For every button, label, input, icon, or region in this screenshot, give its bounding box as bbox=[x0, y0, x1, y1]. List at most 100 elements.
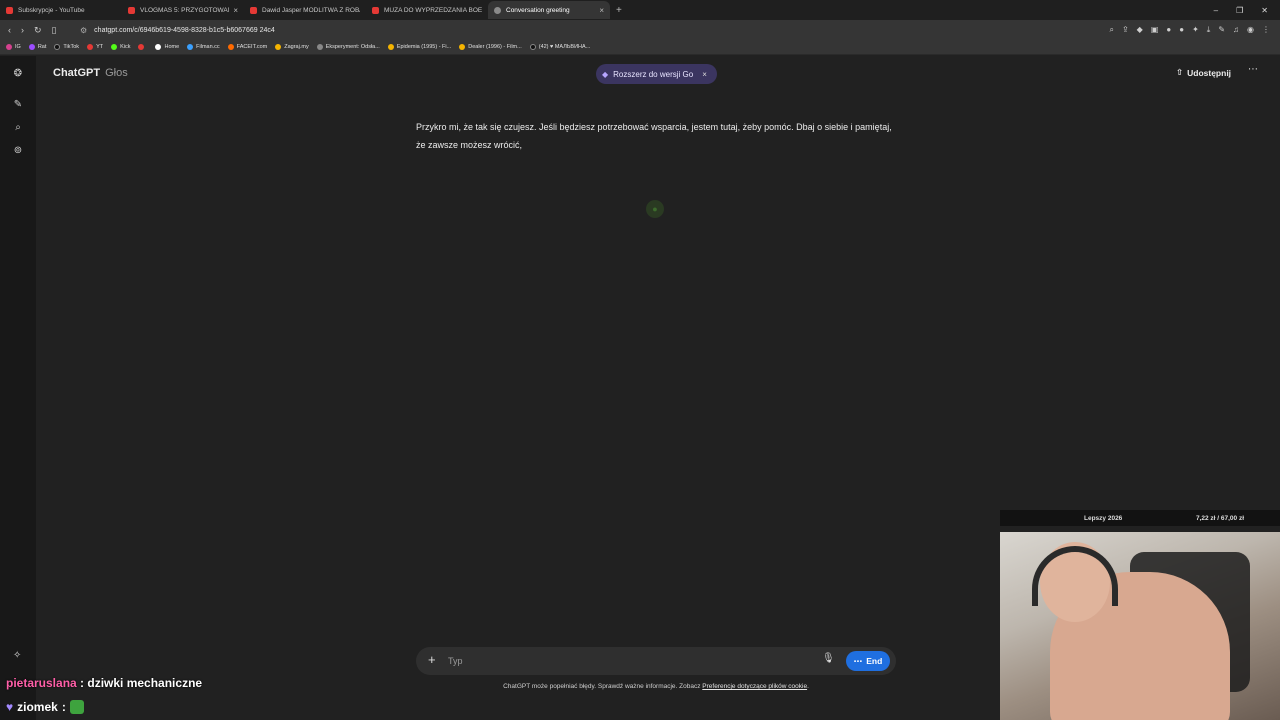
end-voice-button[interactable]: ⋯ End bbox=[846, 651, 890, 671]
bookmark-item[interactable] bbox=[138, 44, 147, 50]
bookmark-item[interactable]: Zagraj.my bbox=[275, 44, 309, 50]
tiktok-icon bbox=[529, 44, 536, 50]
url-text: chatgpt.com/c/6946b619-4598-8328-b1c5-b6… bbox=[94, 26, 275, 34]
url-field[interactable]: ⚙ chatgpt.com/c/6946b619-4598-8328-b1c5-… bbox=[80, 26, 1109, 35]
sparkle-icon[interactable]: ✧ bbox=[13, 650, 21, 661]
shield-icon[interactable]: ◆ bbox=[1137, 25, 1143, 35]
profile-icon[interactable]: ◉ bbox=[1247, 25, 1254, 35]
chat-text: : bbox=[61, 700, 66, 714]
composer: + 🎙 ⋯End bbox=[416, 647, 896, 675]
share-icon: ⇧ bbox=[1176, 67, 1184, 77]
bookmark-item[interactable]: YT bbox=[87, 44, 103, 50]
bookmark-item[interactable]: IG bbox=[6, 44, 21, 50]
bookmark-item[interactable]: Filman.cc bbox=[187, 44, 220, 50]
tab-label: Subskrypcje - YouTube bbox=[18, 6, 85, 14]
bookmark-item[interactable]: Kick bbox=[111, 44, 130, 50]
extensions: ⌕ ⇪ ◆ ▣ ● ● ✦ ⤓ ✎ ♫ ◉ ⋮ bbox=[1109, 25, 1280, 35]
donation-goal: Lepszy 2026 7,22 zł / 67,00 zł bbox=[1000, 510, 1280, 526]
message-input[interactable] bbox=[448, 653, 808, 669]
voice-orb-icon: ● bbox=[646, 200, 664, 218]
extension-icon[interactable]: ● bbox=[1179, 25, 1184, 35]
upgrade-pill[interactable]: ◆ Rozszerz do wersji Go × bbox=[596, 64, 717, 84]
browser-tab[interactable]: Subskrypcje - YouTube bbox=[0, 1, 122, 19]
bookmark-favicon bbox=[275, 44, 282, 50]
playlist-icon[interactable]: ♫ bbox=[1233, 25, 1239, 35]
kick-icon bbox=[111, 44, 118, 50]
bookmark-item[interactable]: TikTok bbox=[54, 44, 79, 50]
tab-label: Conversation greeting bbox=[506, 6, 570, 14]
menu-icon[interactable]: ⋮ bbox=[1262, 25, 1270, 35]
headset-icon bbox=[1032, 546, 1118, 606]
assistant-message: Przykro mi, że tak się czujesz. Jeśli bę… bbox=[416, 122, 892, 150]
site-info-icon[interactable]: ⚙ bbox=[80, 26, 87, 35]
browser-tab[interactable]: MUZA DO WYPRZEDZANIA BOEINGA bbox=[366, 1, 488, 19]
puzzle-icon[interactable]: ✦ bbox=[1192, 25, 1199, 35]
bookmark-item[interactable]: Dealer (1996) - Film... bbox=[459, 44, 522, 50]
webcam-feed bbox=[1000, 532, 1280, 720]
chat-username: ziomek bbox=[17, 700, 58, 714]
mode-label: Głos bbox=[105, 67, 128, 79]
waveform-icon: ⋯ bbox=[853, 655, 863, 666]
microphone-icon[interactable]: 🎙 bbox=[822, 653, 835, 664]
minimize-icon[interactable]: – bbox=[1214, 6, 1218, 15]
add-attachment-icon[interactable]: + bbox=[428, 652, 436, 667]
browser-tab-active[interactable]: Conversation greeting × bbox=[488, 1, 610, 19]
emote-icon bbox=[69, 700, 84, 714]
more-options-icon[interactable]: ⋯ bbox=[1248, 64, 1258, 75]
download-icon[interactable]: ⤓ bbox=[1207, 25, 1211, 35]
upgrade-label: Rozszerz do wersji Go bbox=[613, 69, 694, 79]
restore-icon[interactable]: ❐ bbox=[1236, 6, 1243, 15]
openai-logo-icon[interactable]: ❂ bbox=[11, 67, 25, 81]
youtube-icon bbox=[372, 6, 379, 14]
bookmark-icon[interactable]: ▯ bbox=[52, 25, 57, 36]
stream-chat-message: pietaruslana : dziwki mechaniczne bbox=[6, 676, 202, 690]
reload-icon[interactable]: ↻ bbox=[34, 25, 42, 36]
donation-amount: 7,22 zł / 67,00 zł bbox=[1195, 514, 1244, 522]
bookmark-favicon bbox=[459, 44, 466, 50]
close-icon[interactable]: × bbox=[702, 70, 707, 79]
bookmark-item[interactable]: Epidemia (1995) - Fi... bbox=[387, 44, 451, 50]
new-tab-icon[interactable]: + bbox=[616, 5, 622, 16]
share-page-icon[interactable]: ⇪ bbox=[1122, 25, 1129, 35]
bookmark-favicon bbox=[28, 44, 35, 50]
x-icon bbox=[155, 44, 162, 50]
bookmarks-bar: IG Rat TikTok YT Kick Home Filman.cc FAC… bbox=[0, 40, 1280, 55]
extension-icon[interactable]: ● bbox=[1166, 25, 1171, 35]
close-tab-icon[interactable]: × bbox=[599, 6, 604, 15]
chat-text: : dziwki mechaniczne bbox=[76, 676, 203, 690]
back-icon[interactable]: ‹ bbox=[8, 25, 11, 36]
youtube-icon bbox=[138, 44, 145, 50]
model-selector[interactable]: ChatGPT Głos bbox=[53, 67, 128, 79]
new-chat-icon[interactable]: ✎ bbox=[11, 98, 25, 112]
speaker-icon bbox=[494, 6, 501, 14]
search-icon[interactable]: ⌕ bbox=[11, 121, 25, 135]
bookmark-item[interactable]: Eksperyment: Odsła... bbox=[316, 44, 380, 50]
bookmark-favicon bbox=[316, 44, 323, 50]
bookmark-item[interactable]: Rat bbox=[28, 44, 46, 50]
close-window-icon[interactable]: ✕ bbox=[1261, 6, 1268, 15]
close-tab-icon[interactable]: × bbox=[233, 6, 238, 15]
zoom-icon[interactable]: ⌕ bbox=[1109, 25, 1113, 35]
donation-title: Lepszy 2026 bbox=[1084, 514, 1123, 522]
browser-tab[interactable]: Dawid Jasper MODLITWA Z ROBALII bbox=[244, 1, 366, 19]
bookmark-item[interactable]: (42) ♥ МАЛЬВИНА... bbox=[529, 44, 590, 50]
forward-icon[interactable]: › bbox=[21, 25, 24, 36]
share-button[interactable]: ⇧ Udostępnij bbox=[1176, 67, 1231, 78]
library-icon[interactable]: ⊚ bbox=[11, 144, 25, 158]
youtube-icon bbox=[6, 6, 13, 14]
app-sidebar: ❂ ✎ ⌕ ⊚ bbox=[0, 56, 36, 720]
bookmark-favicon bbox=[187, 44, 194, 50]
address-bar: ‹ › ↻ ▯ ⚙ chatgpt.com/c/6946b619-4598-83… bbox=[0, 20, 1280, 40]
bookmark-item[interactable]: FACEIT.com bbox=[227, 44, 267, 50]
extension-icon[interactable]: ▣ bbox=[1151, 25, 1159, 35]
cookie-preferences-link[interactable]: Preferencje dotyczące plików cookie bbox=[702, 683, 807, 690]
edit-icon[interactable]: ✎ bbox=[1218, 25, 1225, 35]
chat-username: pietaruslana bbox=[6, 676, 77, 690]
browser-tab[interactable]: VLOGMAS 5: PRZYGOTOWANIA × bbox=[122, 1, 244, 19]
bookmark-item[interactable]: Home bbox=[155, 44, 179, 50]
window-controls: – ❐ ✕ bbox=[1214, 0, 1280, 20]
stream-chat-message: ♥ ziomek : bbox=[6, 700, 84, 714]
youtube-icon bbox=[250, 6, 257, 14]
tab-label: VLOGMAS 5: PRZYGOTOWANIA bbox=[140, 6, 230, 14]
tiktok-icon bbox=[54, 44, 61, 50]
